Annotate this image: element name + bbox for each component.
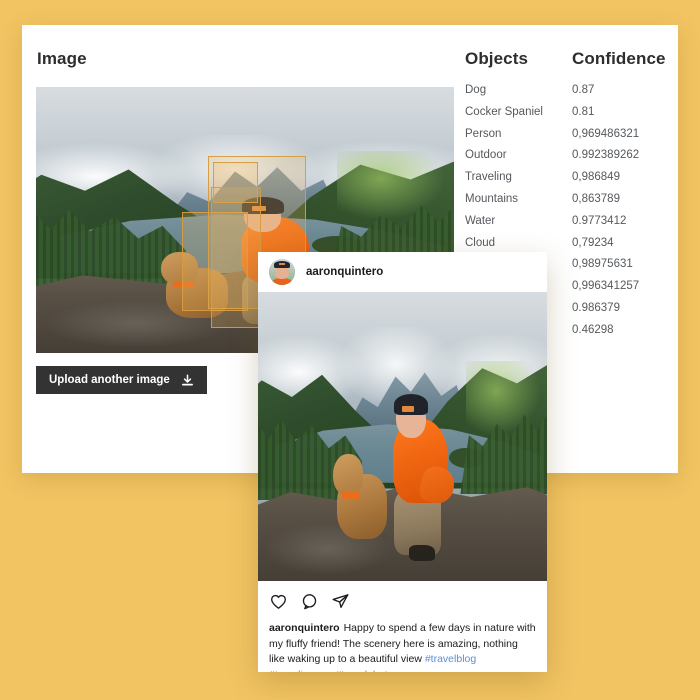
hashtag-travelphoto[interactable]: #travelphoto [336,669,394,673]
confidence-value: 0,996341257 [572,280,640,293]
post-actions [258,581,547,617]
post-person-boot [409,544,435,562]
column-header-confidence: Confidence [572,49,666,68]
sunlit-slope [336,150,446,220]
object-label: Outdoor [465,149,507,162]
caption-username[interactable]: aaronquintero [269,622,340,634]
post-username[interactable]: aaronquintero [306,266,383,278]
table-row: Person 0,969486321 [465,128,675,150]
confidence-value: 0,79234 [572,236,614,249]
post-dog [333,453,391,546]
post-dog-collar [342,490,360,500]
post-landscape-photo [258,292,547,581]
avatar[interactable] [269,259,295,285]
table-row: Water 0.9773412 [465,215,675,237]
object-label: Traveling [465,171,512,184]
confidence-value: 0.9773412 [572,214,627,227]
object-label: Cocker Spaniel [465,105,543,118]
dog-subject [161,251,232,324]
upload-another-image-button[interactable]: Upload another image [36,366,207,394]
post-dog-head [333,453,364,497]
post-caption: aaronquintero Happy to spend a few days i… [258,617,547,672]
confidence-value: 0,98975631 [572,258,633,271]
confidence-value: 0.46298 [572,323,614,336]
confidence-value: 0.87 [572,84,595,96]
upload-button-label: Upload another image [49,374,170,386]
post-beanie-patch [401,405,414,413]
confidence-value: 0,863789 [572,192,620,205]
object-label: Mountains [465,192,519,205]
object-label: Cloud [465,236,496,249]
beanie-patch [251,206,267,212]
avatar-hat-patch [279,262,286,265]
hashtag-travelblog[interactable]: #travelblog [425,653,476,665]
column-header-objects: Objects [465,49,529,68]
avatar-face [275,266,289,280]
download-icon [181,373,194,387]
screen: Image Objects Confidence Upload another … [0,0,700,700]
table-row: Cocker Spaniel 0.81 [465,106,675,128]
confidence-value: 0,969486321 [572,127,640,140]
instagram-post-card: aaronquintero aaronquintero Happy to spe… [258,252,547,672]
object-label: Dog [465,84,487,96]
confidence-value: 0.992389262 [572,149,640,162]
share-icon[interactable] [331,592,350,611]
avatar-jacket [271,278,293,285]
post-header: aaronquintero [258,252,547,292]
column-header-image: Image [37,49,87,68]
post-person-beanie [393,394,429,416]
dog-head [161,251,199,285]
table-row: Outdoor 0.992389262 [465,149,675,171]
table-row: Traveling 0,986849 [465,171,675,193]
table-row: Mountains 0,863789 [465,193,675,215]
object-label: Water [465,214,496,227]
object-label: Person [465,127,502,140]
hashtag-travelingram[interactable]: #travelingram [269,669,333,673]
post-photo[interactable] [258,292,547,581]
heart-icon[interactable] [269,592,288,611]
dog-collar [172,280,195,288]
confidence-value: 0.81 [572,105,595,118]
table-row: Dog 0.87 [465,84,675,106]
comment-icon[interactable] [300,592,319,611]
confidence-value: 0.986379 [572,301,620,314]
confidence-value: 0,986849 [572,171,620,184]
